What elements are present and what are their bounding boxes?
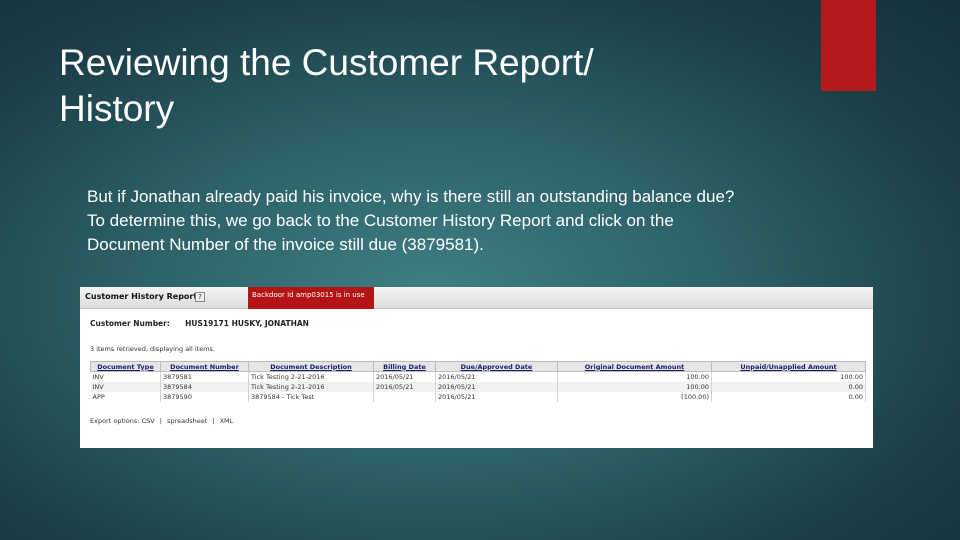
- cell-due-date: 2016/05/21: [435, 382, 558, 392]
- cell-document-type: INV: [90, 382, 161, 392]
- cell-original-amount: (100.00): [557, 392, 712, 402]
- column-header-unpaid-amount[interactable]: Unpaid/Unapplied Amount: [711, 361, 866, 372]
- cell-billing-date: [373, 392, 436, 402]
- report-header-bar: Customer History Report ? Backdoor Id am…: [80, 287, 873, 309]
- items-retrieved-text: 3 items retrieved, displaying all items.: [90, 345, 215, 353]
- accent-bar: [821, 0, 876, 91]
- export-csv-link[interactable]: CSV: [142, 417, 155, 425]
- customer-history-table: Document Type Document Number Document D…: [90, 361, 866, 402]
- column-header-billing-date[interactable]: Billing Date: [373, 361, 436, 372]
- body-line-3: Document Number of the invoice still due…: [87, 235, 484, 254]
- cell-document-description: Tick Testing 2-21-2016: [248, 382, 374, 392]
- body-line-2: To determine this, we go back to the Cus…: [87, 211, 674, 230]
- separator: |: [212, 417, 215, 425]
- backdoor-notice-badge: Backdoor Id amp03015 is in use: [248, 287, 374, 309]
- cell-document-type: APP: [90, 392, 161, 402]
- separator: |: [159, 417, 162, 425]
- slide-title-line-1: Reviewing the Customer Report/: [59, 42, 594, 83]
- cell-original-amount: 100.00: [557, 382, 712, 392]
- cell-unpaid-amount: 0.00: [711, 392, 866, 402]
- cell-document-number-link[interactable]: 3879584: [160, 382, 249, 392]
- slide-body-text: But if Jonathan already paid his invoice…: [87, 185, 887, 257]
- cell-document-type: INV: [90, 371, 161, 382]
- slide-title: Reviewing the Customer Report/ History: [59, 40, 759, 132]
- cell-billing-date: 2016/05/21: [373, 371, 436, 382]
- column-header-original-amount[interactable]: Original Document Amount: [557, 361, 712, 372]
- slide-title-line-2: History: [59, 88, 175, 129]
- help-icon[interactable]: ?: [195, 292, 205, 302]
- cell-due-date: 2016/05/21: [435, 392, 558, 402]
- cell-unpaid-amount: 0.00: [711, 382, 866, 392]
- body-line-1: But if Jonathan already paid his invoice…: [87, 187, 735, 206]
- cell-document-number-link[interactable]: 3879581: [160, 371, 249, 382]
- column-header-document-description[interactable]: Document Description: [248, 361, 374, 372]
- cell-original-amount: 100.00: [557, 371, 712, 382]
- export-spreadsheet-link[interactable]: spreadsheet: [167, 417, 207, 425]
- column-header-due-approved-date[interactable]: Due/Approved Date: [435, 361, 558, 372]
- customer-number-label: Customer Number:: [90, 319, 170, 328]
- customer-info: Customer Number: HUS19171 HUSKY, JONATHA…: [90, 319, 309, 328]
- table-header-row: Document Type Document Number Document D…: [90, 361, 866, 372]
- table-row: APP 3879590 3879584 - Tick Test 2016/05/…: [90, 392, 866, 402]
- cell-unpaid-amount: 100.00: [711, 371, 866, 382]
- export-xml-link[interactable]: XML: [220, 417, 234, 425]
- export-options: Export options: CSV | spreadsheet | XML: [90, 417, 233, 425]
- customer-name: HUSKY, JONATHAN: [231, 319, 309, 328]
- cell-document-description: Tick Testing 2-21-2016: [248, 371, 374, 382]
- column-header-document-type[interactable]: Document Type: [90, 361, 161, 372]
- cell-document-description: 3879584 - Tick Test: [248, 392, 374, 402]
- customer-number: HUS19171: [185, 319, 229, 328]
- report-title: Customer History Report: [85, 292, 198, 301]
- customer-history-screenshot: Customer History Report ? Backdoor Id am…: [80, 287, 873, 448]
- cell-document-number-link[interactable]: 3879590: [160, 392, 249, 402]
- column-header-document-number[interactable]: Document Number: [160, 361, 249, 372]
- cell-due-date: 2016/05/21: [435, 371, 558, 382]
- table-row: INV 3879581 Tick Testing 2-21-2016 2016/…: [90, 371, 866, 382]
- export-options-label: Export options:: [90, 417, 140, 425]
- table-row: INV 3879584 Tick Testing 2-21-2016 2016/…: [90, 382, 866, 392]
- cell-billing-date: 2016/05/21: [373, 382, 436, 392]
